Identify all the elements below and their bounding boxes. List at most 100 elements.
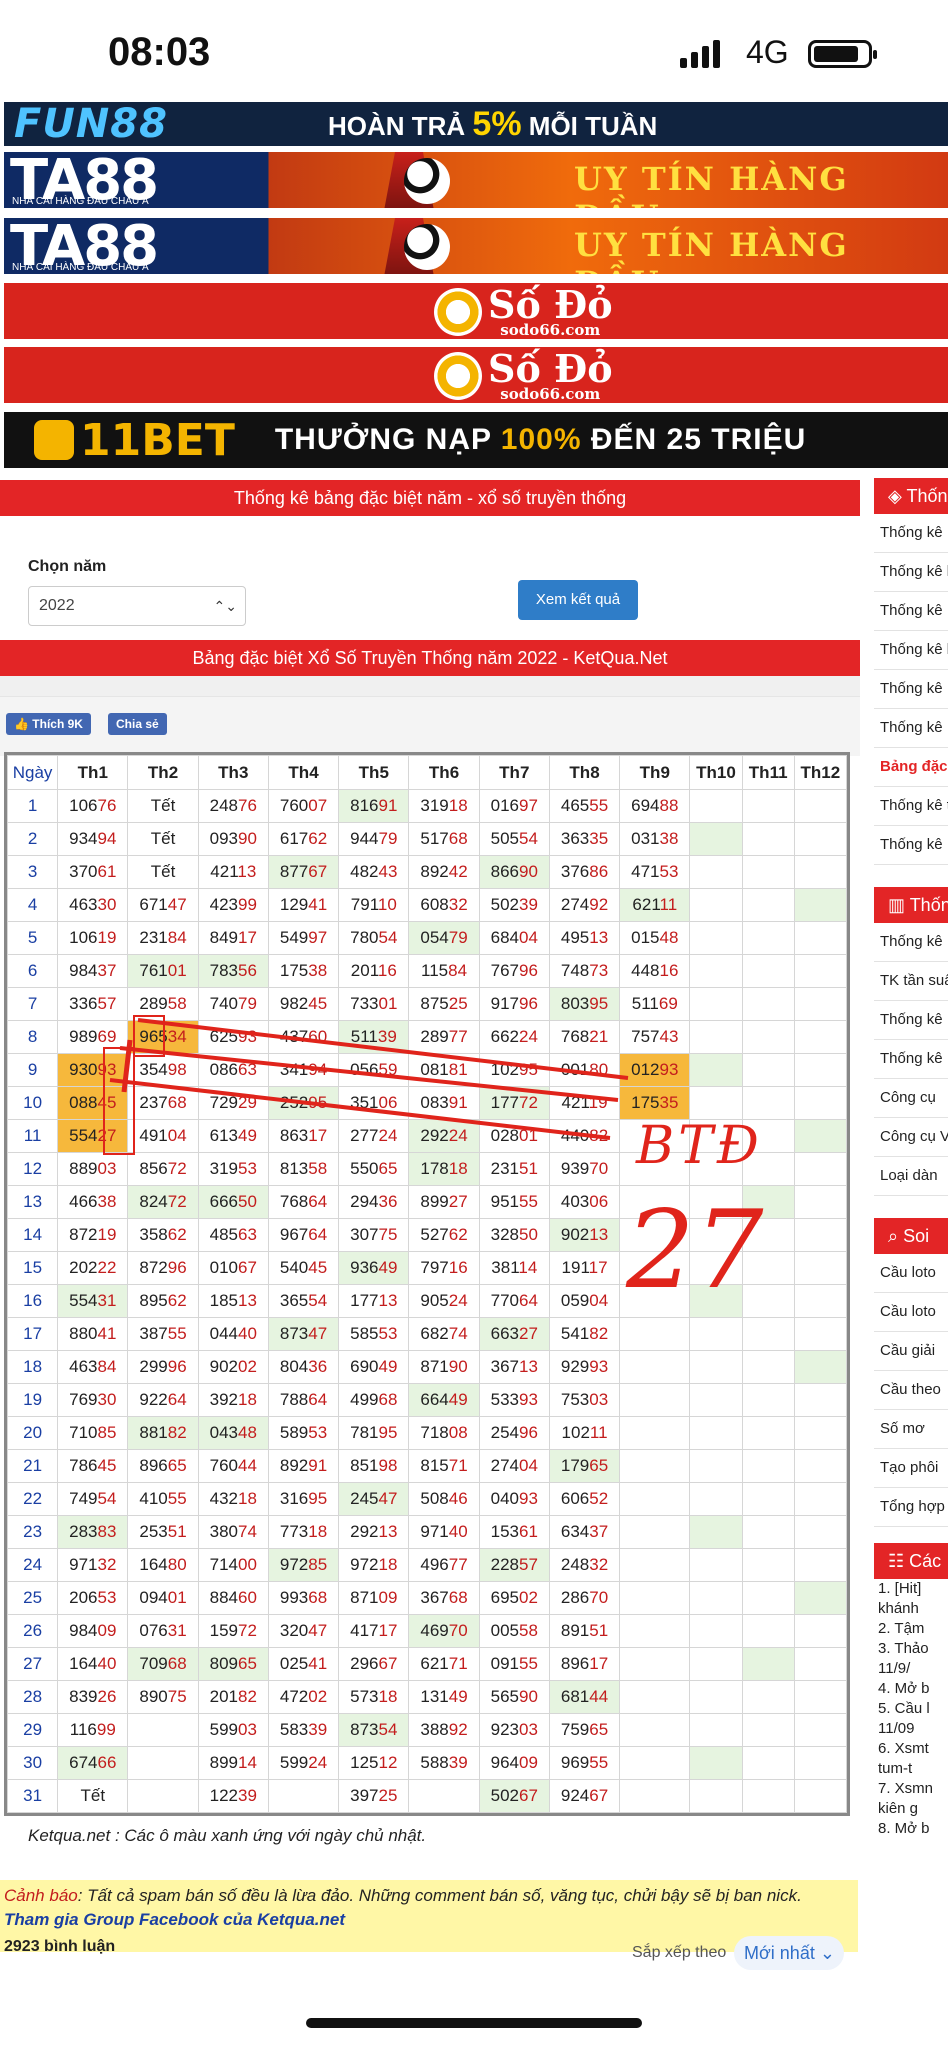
- result-cell: 97285: [267, 1548, 340, 1582]
- result-cell: 32047: [267, 1614, 340, 1648]
- result-cell: 02801: [478, 1119, 550, 1153]
- result-cell: Tết: [127, 855, 199, 889]
- result-cell: 35106: [338, 1086, 410, 1120]
- facebook-group-link[interactable]: Tham gia Group Facebook của Ketqua.net: [4, 1910, 854, 1930]
- home-indicator[interactable]: [306, 2018, 642, 2028]
- sidebar-link[interactable]: Cầu loto: [874, 1293, 948, 1332]
- result-cell: 89242: [408, 855, 480, 889]
- result-cell: 24547: [338, 1482, 410, 1516]
- sidebar-link[interactable]: Cầu giải: [874, 1332, 948, 1371]
- view-results-button[interactable]: Xem kết quả: [518, 580, 638, 620]
- news-list-item[interactable]: 3. Thảo: [878, 1639, 948, 1659]
- sidebar-link[interactable]: Số mơ: [874, 1410, 948, 1449]
- result-cell: 97218: [338, 1548, 410, 1582]
- news-list-item[interactable]: 1. [Hit]: [878, 1579, 948, 1599]
- sidebar-link[interactable]: TK tần suất: [874, 962, 948, 1001]
- result-cell: 76796: [478, 954, 550, 988]
- news-list-item[interactable]: 8. Mở b: [878, 1819, 948, 1839]
- sidebar-link[interactable]: Thống kê: [874, 923, 948, 962]
- sidebar-link[interactable]: Thống kê: [874, 592, 948, 631]
- sidebar-link[interactable]: Công cụ VIP: [874, 1118, 948, 1157]
- sidebar-link[interactable]: Thống kê loto: [874, 553, 948, 592]
- news-list-item[interactable]: 11/09: [878, 1719, 948, 1739]
- result-cell: 61762: [267, 822, 340, 856]
- result-cell: [689, 1680, 743, 1714]
- sidebar-link[interactable]: Công cụ: [874, 1079, 948, 1118]
- result-cell: 49968: [338, 1383, 410, 1417]
- sidebar-link[interactable]: Thống kê loto: [874, 631, 948, 670]
- news-list-item[interactable]: 11/9/: [878, 1659, 948, 1679]
- result-cell: 99368: [267, 1581, 340, 1615]
- result-cell: [267, 1779, 340, 1813]
- result-cell: 87354: [338, 1713, 410, 1747]
- news-list-item[interactable]: kiên g: [878, 1799, 948, 1819]
- result-cell: 46555: [548, 789, 621, 823]
- news-list-item[interactable]: 2. Tậm: [878, 1619, 948, 1639]
- banner-sodo-2[interactable]: Số Đỏ sodo66.com: [4, 347, 948, 403]
- result-cell: [793, 1647, 848, 1681]
- sidebar-head-soi: ⌕ Soi: [874, 1218, 948, 1254]
- news-list-item[interactable]: 7. Xsmn: [878, 1779, 948, 1799]
- banner-fun88[interactable]: FUN88 HOÀN TRẢ 5% MỖI TUẦN: [4, 102, 948, 146]
- sidebar-link[interactable]: Thống kê: [874, 1001, 948, 1040]
- header-month: Th7: [478, 755, 550, 790]
- sidebar-link[interactable]: Thống kê: [874, 1040, 948, 1079]
- sidebar-link[interactable]: Thống kê: [874, 670, 948, 709]
- sidebar-link[interactable]: Cầu theo: [874, 1371, 948, 1410]
- facebook-share-button[interactable]: Chia sẻ: [108, 713, 167, 735]
- result-cell: [741, 1482, 795, 1516]
- result-cell: 24832: [548, 1548, 621, 1582]
- result-cell: 83926: [57, 1680, 129, 1714]
- result-cell: 53393: [478, 1383, 550, 1417]
- result-cell: 51139: [338, 1020, 410, 1054]
- table-row: 26 98409 07631 15972 32047 41717 46970 00558 891…: [6, 1614, 848, 1648]
- result-cell: 98409: [57, 1614, 129, 1648]
- result-cell: 20182: [197, 1680, 269, 1714]
- result-cell: [619, 1416, 691, 1450]
- year-select[interactable]: 2022 ⌃⌄: [28, 586, 246, 626]
- result-cell: 04093: [478, 1482, 550, 1516]
- result-cell: 88182: [127, 1416, 199, 1450]
- facebook-like-button[interactable]: 👍 Thích 9K: [6, 713, 91, 735]
- news-list-item[interactable]: 5. Cầu l: [878, 1699, 948, 1719]
- result-cell: [793, 1152, 848, 1186]
- result-cell: 00180: [548, 1053, 621, 1087]
- result-cell: 54045: [267, 1251, 340, 1285]
- result-cell: 15361: [478, 1515, 550, 1549]
- day-cell: 27: [6, 1647, 59, 1681]
- result-cell: 29667: [338, 1647, 410, 1681]
- sidebar-link[interactable]: Bảng đặc: [874, 748, 948, 787]
- day-cell: 3: [6, 855, 59, 889]
- sidebar-link[interactable]: Thống kê: [874, 826, 948, 865]
- sidebar-link[interactable]: Loại dàn: [874, 1157, 948, 1196]
- sort-select[interactable]: Mới nhất ⌄: [734, 1936, 844, 1970]
- news-list-item[interactable]: khánh: [878, 1599, 948, 1619]
- sidebar-link[interactable]: Tạo phôi: [874, 1449, 948, 1488]
- banner-ta88-1[interactable]: TA88 NHÀ CÁI HÀNG ĐẦU CHÂU Á UY TÍN HÀNG…: [4, 152, 948, 208]
- result-cell: 72929: [197, 1086, 269, 1120]
- result-cell: [619, 1449, 691, 1483]
- day-cell: 25: [6, 1581, 59, 1615]
- result-cell: 60652: [548, 1482, 621, 1516]
- result-cell: [793, 1680, 848, 1714]
- result-cell: 75965: [548, 1713, 621, 1747]
- news-list-item[interactable]: 4. Mở b: [878, 1679, 948, 1699]
- result-cell: [689, 1647, 743, 1681]
- banner-11bet[interactable]: 11BET THƯỞNG NẠP 100% ĐẾN 25 TRIỆU: [4, 412, 948, 468]
- banner-ta88-2[interactable]: TA88 NHÀ CÁI HÀNG ĐẦU CHÂU Á UY TÍN HÀNG…: [4, 218, 948, 274]
- result-cell: 75743: [619, 1020, 691, 1054]
- news-list-item[interactable]: 6. Xsmt: [878, 1739, 948, 1759]
- sidebar-link[interactable]: Thống kê: [874, 514, 948, 553]
- result-cell: 62593: [197, 1020, 269, 1054]
- sidebar-link[interactable]: Tổng hợp: [874, 1488, 948, 1527]
- sidebar-link[interactable]: Cầu loto: [874, 1254, 948, 1293]
- result-cell: 81691: [338, 789, 410, 823]
- sidebar-link[interactable]: Thống kê theo Đặc: [874, 787, 948, 826]
- day-cell: 21: [6, 1449, 59, 1483]
- result-cell: 10295: [478, 1053, 550, 1087]
- sidebar-link[interactable]: Thống kê: [874, 709, 948, 748]
- news-list-item[interactable]: tum-t: [878, 1759, 948, 1779]
- result-cell: 04440: [197, 1317, 269, 1351]
- result-cell: [689, 1416, 743, 1450]
- banner-sodo-1[interactable]: Số Đỏ sodo66.com: [4, 283, 948, 339]
